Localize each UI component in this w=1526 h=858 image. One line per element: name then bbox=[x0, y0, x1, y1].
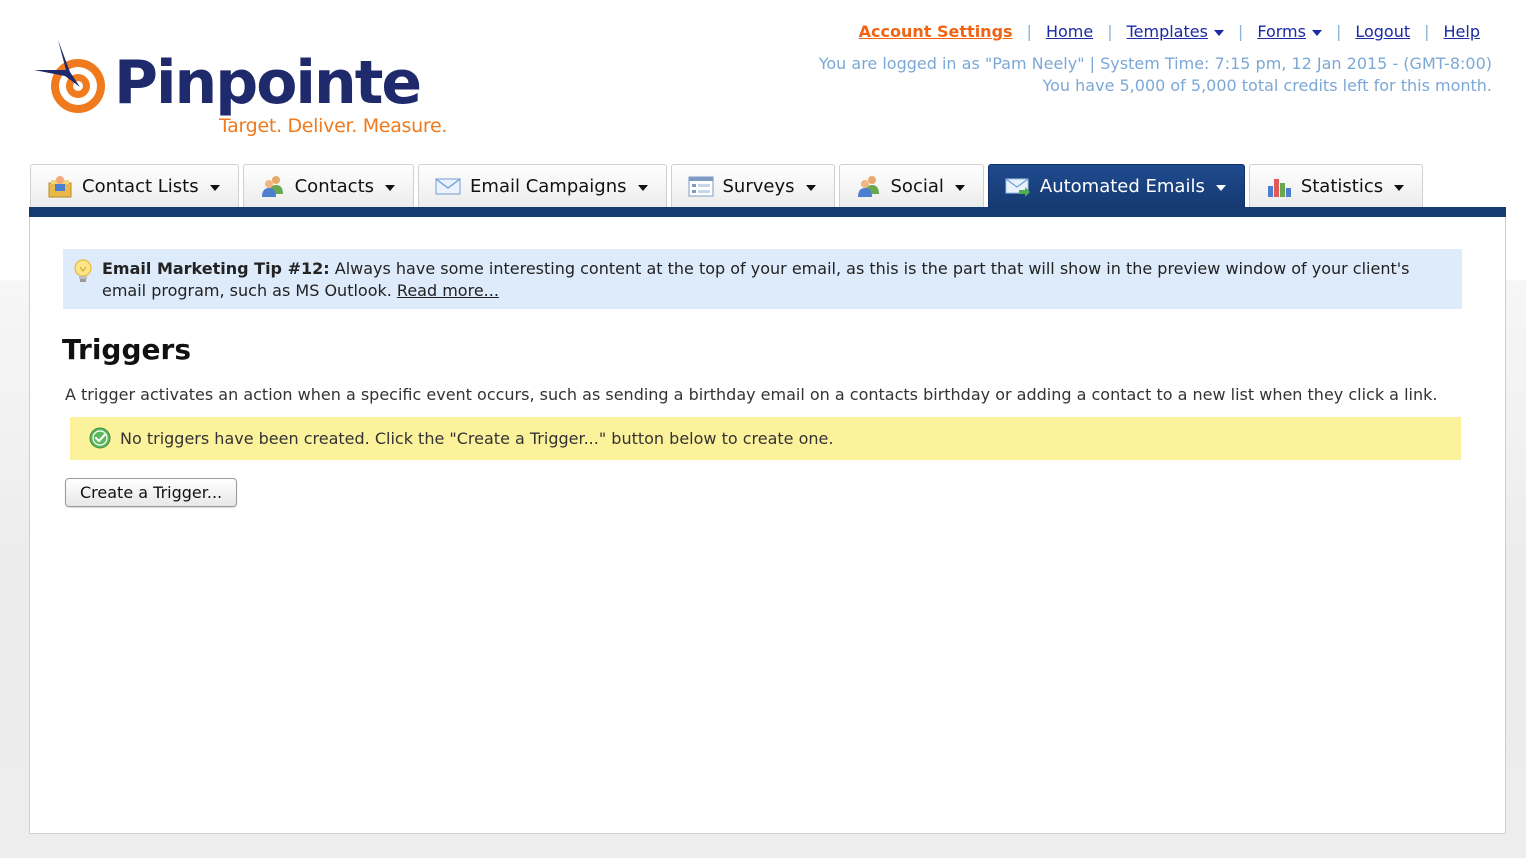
logo-tagline: Target. Deliver. Measure. bbox=[219, 115, 448, 137]
caret-down-icon bbox=[1394, 184, 1405, 191]
tab-automated-emails[interactable]: Automated Emails bbox=[987, 164, 1245, 207]
tab-label: Contact Lists bbox=[82, 175, 199, 197]
tab-label: Surveys bbox=[722, 175, 795, 197]
nav-separator: | bbox=[1107, 22, 1113, 41]
logo-wordmark: Pinpointe bbox=[114, 48, 422, 118]
login-status-text: You are logged in as "Pam Neely" | Syste… bbox=[818, 54, 1492, 73]
tab-statistics[interactable]: Statistics bbox=[1248, 164, 1424, 207]
tab-label: Automated Emails bbox=[1039, 175, 1205, 197]
tip-title: Email Marketing Tip #12: bbox=[102, 259, 330, 278]
tab-contacts[interactable]: Contacts bbox=[242, 164, 415, 207]
templates-link[interactable]: Templates bbox=[1127, 22, 1224, 41]
caret-down-icon bbox=[1311, 29, 1322, 36]
tab-label: Contacts bbox=[294, 175, 375, 197]
target-logo-icon bbox=[34, 40, 105, 113]
nav-separator: | bbox=[1237, 22, 1244, 41]
tab-contact-lists[interactable]: Contact Lists bbox=[30, 164, 239, 207]
caret-down-icon bbox=[954, 184, 965, 191]
caret-down-icon bbox=[805, 184, 816, 191]
caret-down-icon bbox=[385, 184, 396, 191]
social-people-icon bbox=[857, 176, 879, 197]
automated-email-icon bbox=[1005, 178, 1030, 197]
tab-surveys[interactable]: Surveys bbox=[670, 164, 835, 207]
logout-link[interactable]: Logout bbox=[1355, 22, 1410, 41]
lightbulb-icon bbox=[74, 259, 92, 282]
tab-label: Statistics bbox=[1300, 175, 1384, 197]
page-description: A trigger activates an action when a spe… bbox=[65, 385, 1438, 404]
tab-label: Email Campaigns bbox=[470, 175, 627, 197]
caret-down-icon bbox=[1215, 184, 1226, 191]
success-check-icon bbox=[89, 427, 111, 449]
top-navigation: Account Settings | Home | Templates | Fo… bbox=[859, 22, 1480, 41]
nav-separator: | bbox=[1424, 22, 1430, 41]
forms-link[interactable]: Forms bbox=[1257, 22, 1322, 41]
credits-status-text: You have 5,000 of 5,000 total credits le… bbox=[1042, 76, 1492, 95]
read-more-link[interactable]: Read more... bbox=[397, 281, 499, 300]
tab-social[interactable]: Social bbox=[838, 164, 984, 207]
survey-form-icon bbox=[688, 176, 713, 197]
contact-lists-icon bbox=[48, 176, 72, 198]
forms-link-label: Forms bbox=[1257, 22, 1306, 41]
tab-label: Social bbox=[890, 175, 944, 197]
pinpointe-logo[interactable]: Pinpointe Target. Deliver. Measure. bbox=[34, 40, 474, 145]
bar-chart-icon bbox=[1267, 179, 1291, 197]
page-title: Triggers bbox=[62, 333, 191, 366]
nav-separator: | bbox=[1335, 22, 1342, 41]
create-trigger-button[interactable]: Create a Trigger... bbox=[65, 478, 238, 507]
no-triggers-notice: No triggers have been created. Click the… bbox=[70, 417, 1461, 460]
home-link[interactable]: Home bbox=[1046, 22, 1093, 41]
caret-down-icon bbox=[1213, 29, 1224, 36]
tab-email-campaigns[interactable]: Email Campaigns bbox=[418, 164, 667, 207]
caret-down-icon bbox=[209, 184, 220, 191]
caret-down-icon bbox=[637, 184, 648, 191]
main-tabs: Contact Lists Contacts Email Campaigns S… bbox=[30, 163, 1427, 207]
contacts-icon bbox=[261, 176, 283, 197]
templates-link-label: Templates bbox=[1126, 22, 1208, 41]
notice-text: No triggers have been created. Click the… bbox=[120, 429, 834, 448]
main-content-panel: Email Marketing Tip #12: Always have som… bbox=[29, 217, 1506, 834]
tab-underline-bar bbox=[29, 207, 1506, 217]
marketing-tip-box: Email Marketing Tip #12: Always have som… bbox=[63, 249, 1462, 309]
nav-separator: | bbox=[1026, 22, 1032, 41]
account-settings-link[interactable]: Account Settings bbox=[859, 22, 1013, 41]
email-envelope-icon bbox=[435, 178, 461, 195]
help-link[interactable]: Help bbox=[1444, 22, 1480, 41]
